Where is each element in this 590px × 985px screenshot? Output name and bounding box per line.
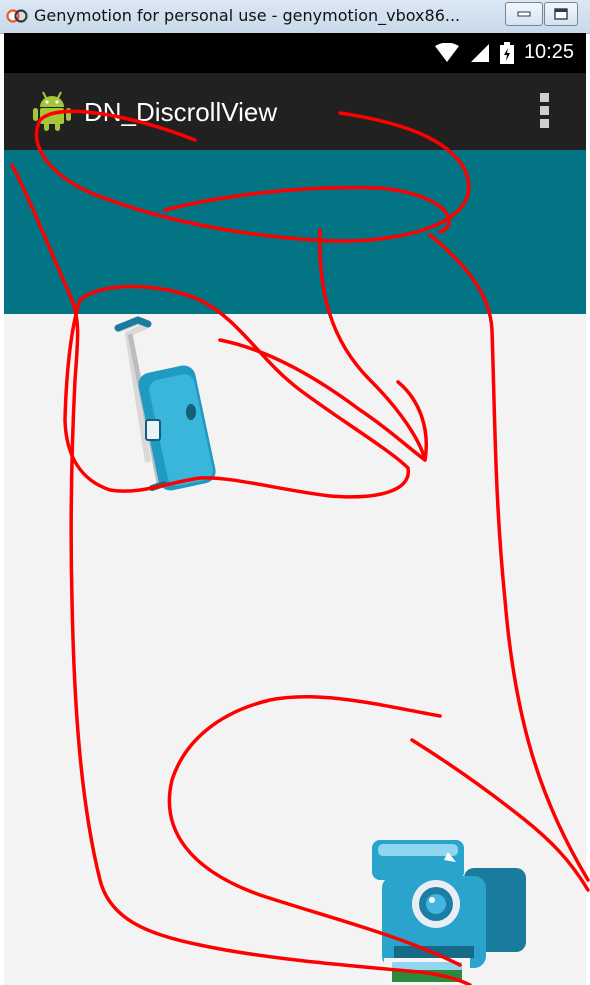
genymotion-logo-icon (6, 9, 28, 23)
action-bar: DN_DiscrollView (4, 73, 586, 150)
minimize-button[interactable] (505, 2, 543, 26)
minimize-icon (517, 11, 531, 17)
overflow-menu-icon[interactable] (532, 93, 556, 131)
window-title-bar: Genymotion for personal use - genymotion… (0, 0, 590, 34)
wifi-icon (434, 42, 459, 62)
window-title: Genymotion for personal use - genymotion… (34, 6, 461, 25)
android-icon (33, 91, 71, 131)
maximize-button[interactable] (544, 2, 578, 26)
status-bar: 10:25 (4, 33, 586, 73)
camera-icon (372, 840, 526, 984)
status-time: 10:25 (523, 41, 574, 63)
header-panel (4, 150, 586, 314)
battery-icon (499, 41, 514, 64)
app-title: DN_DiscrollView (84, 97, 278, 127)
signal-icon (470, 43, 489, 62)
maximize-icon (554, 8, 568, 20)
luggage-icon (114, 316, 216, 491)
